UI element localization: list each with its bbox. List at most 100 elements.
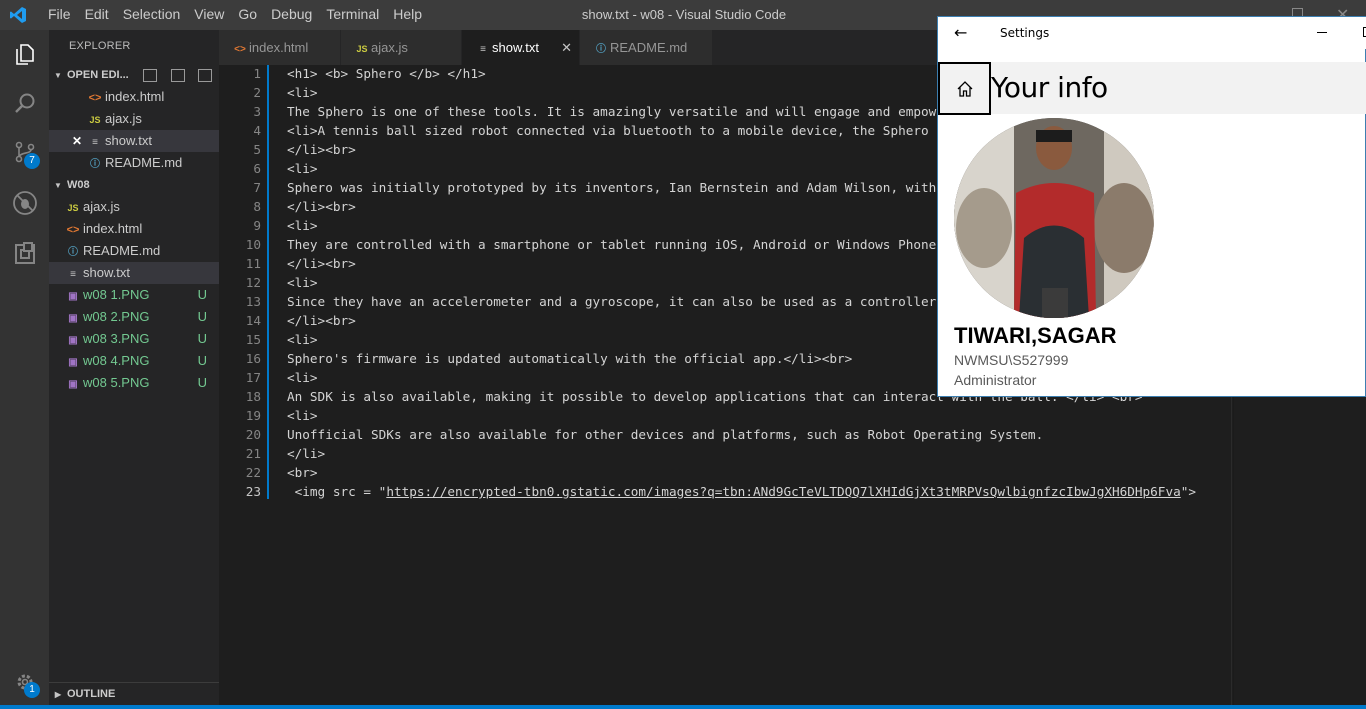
js-file-icon: JS bbox=[356, 44, 368, 54]
code-text: "> bbox=[1180, 484, 1196, 499]
tab-ajax-js[interactable]: JS ajax.js bbox=[341, 30, 461, 65]
folder-header[interactable]: ▼ W08 bbox=[49, 174, 219, 196]
back-arrow-icon[interactable]: ← bbox=[954, 23, 967, 42]
scm-badge: 7 bbox=[24, 153, 40, 169]
line-number: 7 bbox=[253, 180, 261, 195]
line-number: 5 bbox=[253, 142, 261, 157]
line-number: 3 bbox=[253, 104, 261, 119]
html-file-icon: <> bbox=[234, 44, 246, 55]
line-number: 9 bbox=[253, 218, 261, 233]
manage-activity-button[interactable]: 1 bbox=[0, 658, 49, 706]
untracked-badge: U bbox=[197, 375, 207, 390]
save-all-icon[interactable] bbox=[171, 69, 185, 82]
line-number: 16 bbox=[245, 351, 261, 366]
settings-window: ← Settings Your info TIWARI,SAGAR NWMSU\… bbox=[937, 16, 1366, 397]
close-editor-icon[interactable]: ✕ bbox=[69, 130, 85, 152]
image-file-icon: ▣ bbox=[68, 335, 78, 346]
text-file-icon: ≡ bbox=[480, 44, 486, 55]
profile-photo bbox=[954, 118, 1154, 318]
extensions-icon bbox=[14, 242, 35, 264]
avatar bbox=[954, 118, 1154, 318]
untracked-badge: U bbox=[197, 287, 207, 302]
close-all-editors-icon[interactable] bbox=[198, 69, 212, 82]
open-editor-item[interactable]: JS ajax.js bbox=[49, 108, 219, 130]
open-editor-item-active[interactable]: ✕ ≡ show.txt bbox=[49, 130, 219, 152]
code-text: <img src = " bbox=[287, 484, 387, 499]
file-tree-item[interactable]: ⓘ README.md bbox=[49, 240, 219, 262]
new-untitled-file-icon[interactable] bbox=[143, 69, 157, 82]
line-number: 17 bbox=[245, 370, 261, 385]
info-file-icon: ⓘ bbox=[90, 159, 100, 170]
code-line-current[interactable]: <img src = "https://encrypted-tbn0.gstat… bbox=[287, 482, 1231, 501]
untracked-badge: U bbox=[197, 309, 207, 324]
info-file-icon: ⓘ bbox=[68, 247, 78, 258]
code-line[interactable]: </li> bbox=[287, 444, 1231, 463]
debug-activity-button[interactable] bbox=[0, 179, 49, 227]
tab-readme-md[interactable]: ⓘ README.md bbox=[580, 30, 712, 65]
image-file-icon: ▣ bbox=[68, 379, 78, 390]
text-file-icon: ≡ bbox=[92, 137, 98, 148]
code-line[interactable]: <br> bbox=[287, 463, 1231, 482]
home-icon bbox=[957, 80, 972, 97]
file-tree-item[interactable]: ▣ w08 4.PNG U bbox=[49, 350, 219, 372]
line-number: 1 bbox=[253, 66, 261, 81]
extensions-activity-button[interactable] bbox=[0, 230, 49, 278]
line-number: 8 bbox=[253, 199, 261, 214]
line-number: 22 bbox=[245, 465, 261, 480]
line-number: 21 bbox=[245, 446, 261, 461]
line-number: 12 bbox=[245, 275, 261, 290]
line-number: 4 bbox=[253, 123, 261, 138]
code-link[interactable]: https://encrypted-tbn0.gstatic.com/image… bbox=[386, 484, 1180, 499]
settings-title-bar: ← Settings bbox=[938, 17, 1366, 49]
user-account: NWMSU\S527999 bbox=[954, 352, 1069, 368]
line-number: 13 bbox=[245, 294, 261, 309]
status-bar bbox=[0, 705, 1366, 709]
explorer-sidebar: EXPLORER ▼ OPEN EDI... <> index.html JS aja… bbox=[49, 30, 219, 705]
js-file-icon: JS bbox=[67, 203, 79, 213]
image-file-icon: ▣ bbox=[68, 313, 78, 324]
untracked-badge: U bbox=[197, 331, 207, 346]
search-icon bbox=[14, 93, 34, 113]
code-line[interactable]: Unofficial SDKs are also available for o… bbox=[287, 425, 1231, 444]
tab-index-html[interactable]: <> index.html bbox=[219, 30, 340, 65]
outline-header[interactable]: ▶ OUTLINE bbox=[49, 682, 219, 704]
file-tree-item[interactable]: JS ajax.js bbox=[49, 196, 219, 218]
line-number: 2 bbox=[253, 85, 261, 100]
explorer-activity-button[interactable] bbox=[0, 30, 49, 78]
tab-show-txt[interactable]: ≡ show.txt ✕ bbox=[462, 30, 579, 65]
source-control-activity-button[interactable]: 7 bbox=[0, 128, 49, 176]
open-editor-item[interactable]: ⓘ README.md bbox=[49, 152, 219, 174]
chevron-right-icon: ▶ bbox=[54, 690, 62, 699]
file-tree-item[interactable]: <> index.html bbox=[49, 218, 219, 240]
search-activity-button[interactable] bbox=[0, 79, 49, 127]
close-tab-icon[interactable]: ✕ bbox=[561, 30, 572, 65]
home-button[interactable] bbox=[938, 62, 991, 115]
file-tree-item[interactable]: ▣ w08 3.PNG U bbox=[49, 328, 219, 350]
html-file-icon: <> bbox=[88, 92, 102, 104]
file-tree-item-selected[interactable]: ≡ show.txt bbox=[49, 262, 219, 284]
explorer-title: EXPLORER bbox=[69, 40, 131, 52]
settings-badge: 1 bbox=[24, 682, 40, 698]
line-number: 14 bbox=[245, 313, 261, 328]
image-file-icon: ▣ bbox=[68, 357, 78, 368]
chevron-down-icon: ▼ bbox=[54, 181, 62, 190]
line-number: 6 bbox=[253, 161, 261, 176]
open-editor-item[interactable]: <> index.html bbox=[49, 86, 219, 108]
page-title: Your info bbox=[991, 71, 1108, 104]
code-line[interactable]: <li> bbox=[287, 406, 1231, 425]
html-file-icon: <> bbox=[66, 224, 80, 236]
info-file-icon: ⓘ bbox=[596, 44, 606, 55]
debug-icon bbox=[12, 191, 37, 215]
line-number: 15 bbox=[245, 332, 261, 347]
line-number: 19 bbox=[245, 408, 261, 423]
activity-bar: 7 1 bbox=[0, 30, 49, 705]
file-tree-item[interactable]: ▣ w08 2.PNG U bbox=[49, 306, 219, 328]
minimize-icon[interactable] bbox=[1317, 32, 1327, 33]
file-tree-item[interactable]: ▣ w08 5.PNG U bbox=[49, 372, 219, 394]
file-tree-item[interactable]: ▣ w08 1.PNG U bbox=[49, 284, 219, 306]
user-name: TIWARI,SAGAR bbox=[954, 323, 1117, 348]
settings-window-title: Settings bbox=[1000, 26, 1050, 40]
line-number: 20 bbox=[245, 427, 261, 442]
open-editors-header[interactable]: ▼ OPEN EDI... bbox=[49, 64, 219, 86]
line-number: 18 bbox=[245, 389, 261, 404]
